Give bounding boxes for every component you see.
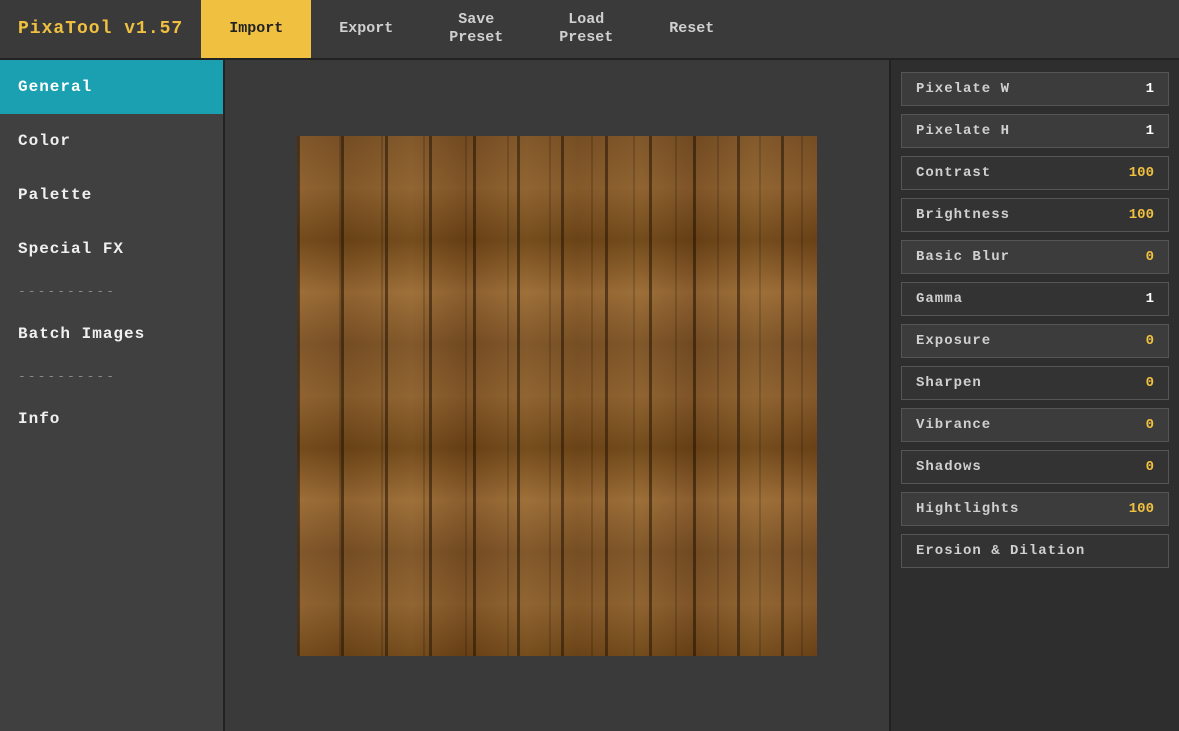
pixelate-h-value: 1: [1146, 123, 1154, 139]
top-nav: PixaTool v1.57 Import Export Save Preset…: [0, 0, 1179, 60]
brightness-label: Brightness: [916, 207, 1010, 223]
right-panel: Pixelate W 1 Pixelate H 1 Contrast 100 B…: [889, 60, 1179, 731]
sidebar-divider-1: ----------: [0, 276, 223, 307]
shadows-value: 0: [1146, 459, 1154, 475]
pixelate-h-label: Pixelate H: [916, 123, 1010, 139]
sidebar-item-general[interactable]: General: [0, 60, 223, 114]
control-basic-blur[interactable]: Basic Blur 0: [901, 240, 1169, 274]
sidebar-item-special-fx[interactable]: Special FX: [0, 222, 223, 276]
control-highlights[interactable]: Hightlights 100: [901, 492, 1169, 526]
control-contrast[interactable]: Contrast 100: [901, 156, 1169, 190]
image-preview: [297, 136, 817, 656]
canvas-area: [225, 60, 889, 731]
main-content: General Color Palette Special FX -------…: [0, 60, 1179, 731]
exposure-value: 0: [1146, 333, 1154, 349]
basic-blur-label: Basic Blur: [916, 249, 1010, 265]
sidebar-item-batch-images[interactable]: Batch Images: [0, 307, 223, 361]
sidebar: General Color Palette Special FX -------…: [0, 60, 225, 731]
brightness-value: 100: [1129, 207, 1154, 223]
nav-reset-button[interactable]: Reset: [641, 0, 742, 58]
sharpen-value: 0: [1146, 375, 1154, 391]
wood-texture: [297, 136, 817, 656]
contrast-label: Contrast: [916, 165, 991, 181]
nav-save-preset-button[interactable]: Save Preset: [421, 0, 531, 58]
control-sharpen[interactable]: Sharpen 0: [901, 366, 1169, 400]
sidebar-item-info[interactable]: Info: [0, 392, 223, 446]
highlights-value: 100: [1129, 501, 1154, 517]
sidebar-divider-2: ----------: [0, 361, 223, 392]
gamma-value: 1: [1146, 291, 1154, 307]
control-pixelate-w[interactable]: Pixelate W 1: [901, 72, 1169, 106]
control-gamma[interactable]: Gamma 1: [901, 282, 1169, 316]
nav-import-button[interactable]: Import: [201, 0, 311, 58]
nav-export-button[interactable]: Export: [311, 0, 421, 58]
vibrance-value: 0: [1146, 417, 1154, 433]
control-shadows[interactable]: Shadows 0: [901, 450, 1169, 484]
erosion-dilation-label: Erosion & Dilation: [916, 543, 1085, 559]
contrast-value: 100: [1129, 165, 1154, 181]
control-exposure[interactable]: Exposure 0: [901, 324, 1169, 358]
control-brightness[interactable]: Brightness 100: [901, 198, 1169, 232]
sidebar-item-color[interactable]: Color: [0, 114, 223, 168]
app-brand: PixaTool v1.57: [0, 0, 201, 58]
pixelate-w-value: 1: [1146, 81, 1154, 97]
control-pixelate-h[interactable]: Pixelate H 1: [901, 114, 1169, 148]
highlights-label: Hightlights: [916, 501, 1019, 517]
sharpen-label: Sharpen: [916, 375, 982, 391]
control-vibrance[interactable]: Vibrance 0: [901, 408, 1169, 442]
exposure-label: Exposure: [916, 333, 991, 349]
shadows-label: Shadows: [916, 459, 982, 475]
gamma-label: Gamma: [916, 291, 963, 307]
vibrance-label: Vibrance: [916, 417, 991, 433]
nav-load-preset-button[interactable]: Load Preset: [531, 0, 641, 58]
basic-blur-value: 0: [1146, 249, 1154, 265]
sidebar-item-palette[interactable]: Palette: [0, 168, 223, 222]
pixelate-w-label: Pixelate W: [916, 81, 1010, 97]
control-erosion-dilation[interactable]: Erosion & Dilation: [901, 534, 1169, 568]
